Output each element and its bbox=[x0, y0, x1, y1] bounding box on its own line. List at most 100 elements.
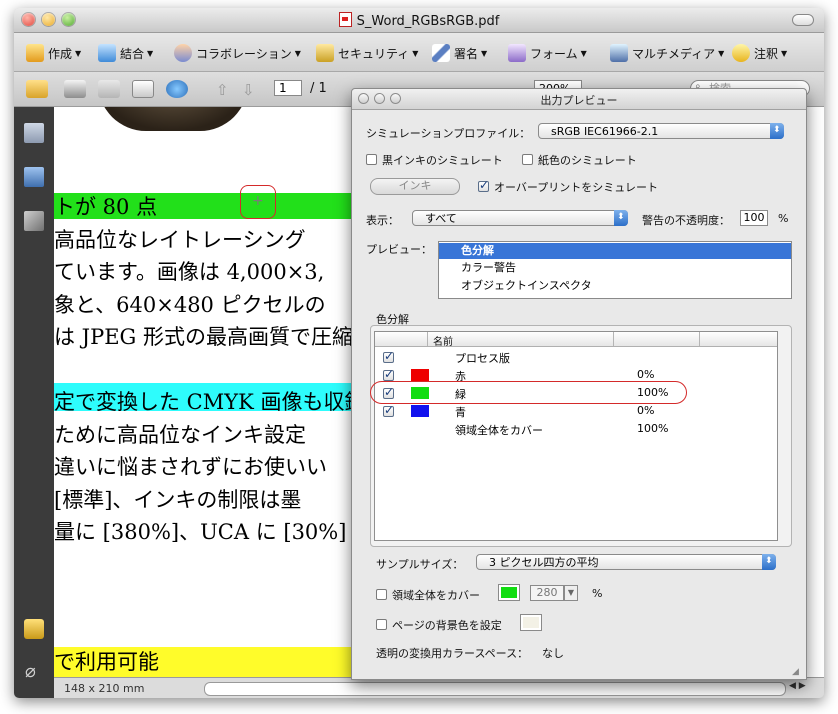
black-ink-checkbox[interactable] bbox=[366, 154, 377, 165]
simulation-profile-label: シミュレーションプロファイル： bbox=[366, 127, 531, 140]
simulation-profile-select[interactable]: sRGB IEC61966-2.1 bbox=[538, 123, 784, 139]
create-menu[interactable]: 作成 ▼ bbox=[26, 42, 81, 64]
show-value: すべて bbox=[425, 212, 457, 225]
comments-panel-icon[interactable] bbox=[24, 619, 44, 639]
print-icon[interactable] bbox=[64, 80, 86, 98]
dropdown-arrow-icon: ▼ bbox=[147, 48, 154, 58]
name-column-header: 名前 bbox=[433, 337, 453, 348]
document-text-line: [標準]、インキの制限は墨 bbox=[54, 488, 302, 512]
toolbar-toggle-button[interactable] bbox=[792, 14, 814, 26]
combine-icon bbox=[98, 44, 116, 62]
title-bar: S_Word_RGBsRGB.pdf bbox=[14, 8, 824, 33]
show-select[interactable]: すべて bbox=[412, 210, 628, 226]
combine-menu-label: 結合 bbox=[120, 46, 145, 61]
create-pdf-icon bbox=[26, 44, 44, 62]
separation-checkbox[interactable] bbox=[383, 403, 394, 417]
security-menu-label: セキュリティ bbox=[338, 46, 410, 61]
page-background-swatch bbox=[523, 617, 539, 628]
panel-title-bar: 出力プレビュー bbox=[352, 89, 806, 110]
total-area-color-swatch bbox=[501, 587, 517, 598]
page-background-label: ページの背景色を設定 bbox=[392, 619, 502, 632]
separations-table-header: 名前 bbox=[375, 332, 777, 348]
comment-icon bbox=[732, 44, 750, 62]
page-number-input[interactable]: 1 bbox=[274, 80, 302, 96]
sample-size-select[interactable]: 3 ピクセル四方の平均 bbox=[476, 554, 776, 570]
separation-value: 100% bbox=[637, 422, 669, 435]
sign-menu[interactable]: 署名 ▼ bbox=[432, 42, 487, 64]
document-text-line: 量に [380%]、UCA に [30%] bbox=[54, 520, 347, 544]
collaboration-menu[interactable]: コラボレーション ▼ bbox=[174, 42, 301, 64]
multimedia-menu[interactable]: マルチメディア ▼ bbox=[610, 42, 724, 64]
dropdown-arrow-icon: ▼ bbox=[580, 48, 587, 58]
separation-name: プロセス版 bbox=[455, 352, 510, 365]
simulation-profile-value: sRGB IEC61966-2.1 bbox=[551, 125, 659, 138]
preview-item-object-inspector[interactable]: オブジェクトインスペクタ bbox=[439, 278, 791, 294]
document-text-line: ために高品位なインキ設定 bbox=[54, 423, 306, 447]
comment-menu-label: 注釈 bbox=[754, 46, 779, 61]
preview-item-separations[interactable]: 色分解 bbox=[439, 243, 791, 259]
preview-mode-list: 色分解 カラー警告 オブジェクトインスペクタ bbox=[438, 241, 792, 299]
select-stepper-icon bbox=[614, 210, 628, 226]
collaboration-menu-label: コラボレーション bbox=[196, 46, 292, 61]
globe-upload-icon[interactable] bbox=[166, 80, 188, 98]
total-area-checkbox[interactable] bbox=[376, 589, 387, 600]
separation-checkbox[interactable] bbox=[383, 367, 394, 381]
transparency-space-label: 透明の変換用カラースペース： bbox=[376, 647, 529, 660]
document-text-line: 定で変換した CMYK 画像も収録 bbox=[54, 390, 366, 414]
total-area-input[interactable]: 280 bbox=[530, 585, 564, 601]
resize-grip-icon[interactable]: ◢ bbox=[792, 667, 799, 677]
next-page-icon[interactable]: ⇩ bbox=[242, 81, 255, 99]
bookmarks-panel-icon[interactable] bbox=[24, 167, 44, 187]
document-text-line: 違いに悩まされずにお使いい bbox=[54, 455, 327, 479]
form-icon bbox=[508, 44, 526, 62]
dropdown-arrow-icon: ▼ bbox=[781, 48, 788, 58]
page-background-checkbox[interactable] bbox=[376, 619, 387, 630]
separation-name: 青 bbox=[455, 406, 466, 419]
pages-panel-icon[interactable] bbox=[24, 123, 44, 143]
previous-page-icon[interactable]: ⇧ bbox=[216, 81, 229, 99]
crosshair-icon: + bbox=[252, 193, 264, 209]
comment-menu[interactable]: 注釈 ▼ bbox=[732, 42, 787, 64]
attachments-panel-icon[interactable]: ⌀ bbox=[25, 661, 36, 682]
email-icon[interactable] bbox=[132, 80, 154, 98]
total-area-stepper-icon[interactable]: ▼ bbox=[564, 585, 578, 601]
black-ink-label: 黒インキのシミュレート bbox=[382, 154, 503, 167]
separation-row-blue[interactable]: 青 0% bbox=[375, 402, 777, 420]
save-icon[interactable] bbox=[98, 80, 120, 98]
preview-item-color-warnings[interactable]: カラー警告 bbox=[439, 260, 791, 276]
panel-title: 出力プレビュー bbox=[540, 94, 618, 107]
separation-value: 0% bbox=[637, 368, 655, 381]
overprint-checkbox[interactable] bbox=[478, 178, 489, 192]
dropdown-arrow-icon: ▼ bbox=[481, 48, 488, 58]
separation-row-process[interactable]: プロセス版 bbox=[375, 348, 777, 366]
status-bar: 148 x 210 mm ◀ ▶ bbox=[54, 677, 824, 698]
column-divider bbox=[427, 332, 428, 346]
green-row-highlight-ring bbox=[370, 381, 687, 404]
open-folder-icon[interactable] bbox=[26, 80, 48, 98]
blue-swatch bbox=[411, 405, 429, 417]
security-menu[interactable]: セキュリティ ▼ bbox=[316, 42, 418, 64]
paper-color-checkbox[interactable] bbox=[522, 154, 533, 165]
select-stepper-icon bbox=[762, 554, 776, 570]
window-title-text: S_Word_RGBsRGB.pdf bbox=[356, 14, 500, 29]
document-text-line: 象と、640×480 ピクセルの bbox=[54, 293, 326, 317]
combine-menu[interactable]: 結合 ▼ bbox=[98, 42, 153, 64]
signatures-panel-icon[interactable] bbox=[24, 211, 44, 231]
separation-row-total: 領域全体をカバー 100% bbox=[375, 420, 777, 438]
page-size-label: 148 x 210 mm bbox=[64, 682, 145, 695]
forms-menu[interactable]: フォーム ▼ bbox=[508, 42, 587, 64]
transparency-space-value: なし bbox=[542, 647, 564, 660]
total-area-color-well[interactable] bbox=[498, 584, 520, 601]
document-text-line: トが 80 点 bbox=[54, 195, 158, 219]
page-background-color-well[interactable] bbox=[520, 614, 542, 631]
ink-manager-button[interactable]: インキ bbox=[370, 178, 460, 195]
horizontal-scrollbar[interactable] bbox=[204, 682, 786, 696]
total-area-label: 領域全体をカバー bbox=[392, 589, 480, 602]
scroll-arrows-icon[interactable]: ◀ ▶ bbox=[789, 681, 806, 691]
separation-checkbox[interactable] bbox=[383, 349, 394, 363]
sample-size-value: 3 ピクセル四方の平均 bbox=[489, 556, 599, 569]
column-divider bbox=[699, 332, 700, 346]
warning-opacity-input[interactable]: 100 bbox=[740, 210, 768, 226]
warning-opacity-label: 警告の不透明度： bbox=[642, 214, 730, 227]
preview-label: プレビュー： bbox=[366, 243, 432, 256]
